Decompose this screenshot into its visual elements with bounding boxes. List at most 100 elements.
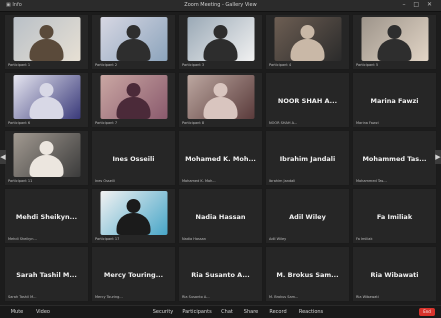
participant-video — [13, 133, 80, 177]
title-bar: ▣ Info Zoom Meeting - Gallery View – □ ✕ — [0, 0, 441, 12]
participant-caption: Participant 1 — [8, 63, 31, 67]
participant-tile[interactable]: Mohamed K. Moh... Mohamed K. Moh... — [178, 130, 263, 186]
participant-body-icon — [29, 155, 64, 177]
participant-caption: Ria Wibawati — [356, 295, 379, 299]
participant-caption: NOOR SHAH A... — [269, 121, 298, 125]
participant-caption: Ibrahim Jandali — [269, 179, 296, 183]
participant-silhouette-icon — [387, 24, 402, 39]
video-button[interactable]: Video — [32, 308, 54, 316]
zoom-window: ▣ Info Zoom Meeting - Gallery View – □ ✕… — [0, 0, 441, 318]
participant-tile[interactable]: Participant 3 — [178, 14, 263, 70]
end-meeting-button[interactable]: End — [419, 308, 435, 316]
participant-tile[interactable]: Adil Wiley Adil Wiley — [265, 188, 350, 244]
reactions-button[interactable]: Reactions — [294, 308, 328, 316]
participant-tile[interactable]: Participant 17 — [91, 188, 176, 244]
participant-caption: Adil Wiley — [269, 237, 287, 241]
participant-name: Sarah Tashil M... — [16, 270, 77, 279]
security-button[interactable]: Security — [150, 308, 176, 316]
participant-tile[interactable]: NOOR SHAH A... NOOR SHAH A... — [265, 72, 350, 128]
participant-video — [187, 17, 254, 61]
participant-tile[interactable]: Ria Wibawati Ria Wibawati — [352, 246, 437, 302]
participant-silhouette-icon — [213, 24, 228, 39]
participant-name: Ibrahim Jandali — [279, 154, 336, 163]
participant-caption: Fa Imiliak — [356, 237, 373, 241]
participant-name: Adil Wiley — [289, 212, 326, 221]
participant-tile[interactable]: Ria Susanto A... Ria Susanto A... — [178, 246, 263, 302]
participant-body-icon — [116, 97, 151, 119]
participant-name: Ines Osseili — [112, 154, 155, 163]
mute-button[interactable]: Mute — [6, 308, 28, 316]
participant-silhouette-icon — [126, 82, 141, 97]
participant-caption: Participant 17 — [95, 237, 120, 241]
participant-caption: Participant 2 — [95, 63, 118, 67]
participant-silhouette-icon — [39, 82, 54, 97]
participant-body-icon — [203, 97, 238, 119]
participant-silhouette-icon — [126, 198, 141, 213]
participant-caption: Participant 5 — [356, 63, 379, 67]
participants-button[interactable]: Participants — [180, 308, 214, 316]
participant-tile[interactable]: Ibrahim Jandali Ibrahim Jandali — [265, 130, 350, 186]
participant-caption: Mercy Touring... — [95, 295, 123, 299]
participant-name: Fa Imiliak — [376, 212, 413, 221]
participant-tile[interactable]: M. Brokus Sam... M. Brokus Sam... — [265, 246, 350, 302]
participant-name: Mohammed Tas... — [362, 154, 427, 163]
participant-video — [187, 75, 254, 119]
participant-tile[interactable]: Participant 7 — [91, 72, 176, 128]
participant-tile[interactable]: Fa Imiliak Fa Imiliak — [352, 188, 437, 244]
participant-name: M. Brokus Sam... — [276, 270, 339, 279]
window-controls[interactable]: – □ ✕ — [402, 1, 435, 9]
participant-caption: Participant 8 — [182, 121, 205, 125]
participant-tile[interactable]: Participant 11 — [4, 130, 89, 186]
participant-tile[interactable]: Participant 2 — [91, 14, 176, 70]
participant-body-icon — [203, 39, 238, 61]
prev-page-arrow[interactable]: ◀ — [0, 150, 6, 164]
participant-caption: Participant 7 — [95, 121, 118, 125]
participant-tile[interactable]: Mercy Touring... Mercy Touring... — [91, 246, 176, 302]
participant-video — [13, 17, 80, 61]
participant-tile[interactable]: Marina Fawzi Marina Fawzi — [352, 72, 437, 128]
participant-name: Ria Wibawati — [370, 270, 419, 279]
next-page-arrow[interactable]: ▶ — [435, 150, 441, 164]
participant-tile[interactable]: Sarah Tashil M... Sarah Tashil M... — [4, 246, 89, 302]
participant-name: Mohamed K. Moh... — [185, 154, 256, 163]
participant-tile[interactable]: Participant 1 — [4, 14, 89, 70]
participant-name: Mehdi Sheikyn... — [15, 212, 78, 221]
participant-name: Ria Susanto A... — [191, 270, 250, 279]
participant-body-icon — [116, 39, 151, 61]
participant-body-icon — [116, 213, 151, 235]
window-title: Zoom Meeting - Gallery View — [184, 2, 257, 8]
participant-name: Marina Fawzi — [370, 96, 419, 105]
participant-silhouette-icon — [213, 82, 228, 97]
participant-body-icon — [377, 39, 412, 61]
participant-caption: Participant 4 — [269, 63, 292, 67]
participant-tile[interactable]: Ines Osseili Ines Osseili — [91, 130, 176, 186]
participant-tile[interactable]: Participant 5 — [352, 14, 437, 70]
participant-caption: Participant 6 — [8, 121, 31, 125]
participant-video — [13, 75, 80, 119]
participant-tile[interactable]: Mohammed Tas... Mohammed Tas... — [352, 130, 437, 186]
participant-tile[interactable]: Mehdi Sheikyn... Mehdi Sheikyn... — [4, 188, 89, 244]
chat-button[interactable]: Chat — [218, 308, 236, 316]
meeting-toolbar: Mute Video Security Participants Chat Sh… — [0, 305, 441, 318]
gallery-grid: Participant 1 Participant 2 Participant 3 P… — [4, 14, 437, 304]
participant-caption: Ines Osseili — [95, 179, 115, 183]
participant-name: NOOR SHAH A... — [277, 96, 338, 105]
participant-caption: M. Brokus Sam... — [269, 295, 299, 299]
participant-name: Nadia Hassan — [195, 212, 246, 221]
participant-video — [361, 17, 428, 61]
participant-tile[interactable]: Participant 6 — [4, 72, 89, 128]
participant-tile[interactable]: Participant 8 — [178, 72, 263, 128]
record-button[interactable]: Record — [266, 308, 290, 316]
participant-name: Mercy Touring... — [103, 270, 164, 279]
participant-caption: Mehdi Sheikyn... — [8, 237, 37, 241]
participant-body-icon — [290, 39, 325, 61]
share-button[interactable]: Share — [240, 308, 262, 316]
participant-silhouette-icon — [39, 140, 54, 155]
participant-video — [100, 17, 167, 61]
participant-body-icon — [29, 39, 64, 61]
participant-video — [100, 191, 167, 235]
participant-caption: Mohammed Tas... — [356, 179, 387, 183]
participant-tile[interactable]: Participant 4 — [265, 14, 350, 70]
participant-video — [100, 75, 167, 119]
participant-tile[interactable]: Nadia Hassan Nadia Hassan — [178, 188, 263, 244]
